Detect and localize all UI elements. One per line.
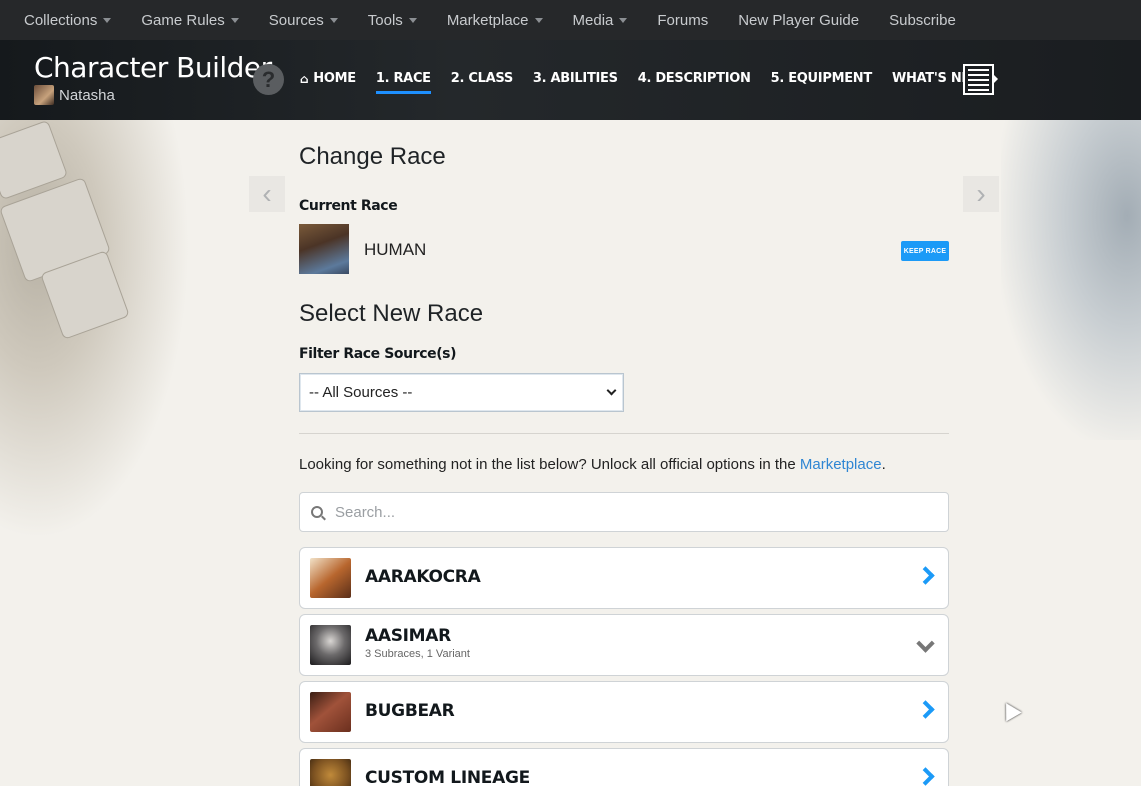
race-thumb xyxy=(310,558,351,598)
mouse-cursor-icon xyxy=(998,698,1022,722)
divider xyxy=(299,433,949,434)
step-description[interactable]: 4. DESCRIPTION xyxy=(638,71,751,86)
step-label: 1. RACE xyxy=(375,71,431,86)
character-name: Natasha xyxy=(59,86,115,104)
step-label: 2. CLASS xyxy=(450,71,513,86)
step-label: 4. DESCRIPTION xyxy=(637,71,751,86)
chevron-down-icon[interactable] xyxy=(916,634,935,653)
chevron-right-icon xyxy=(916,767,935,786)
race-item-custom-lineage[interactable]: CUSTOM LINEAGE xyxy=(299,748,949,786)
nav-forums[interactable]: Forums xyxy=(657,12,708,29)
nav-label: Game Rules xyxy=(141,11,225,29)
nav-label: Sources xyxy=(268,11,324,29)
select-value: -- All Sources -- xyxy=(309,384,413,401)
caret-down-icon xyxy=(408,17,417,23)
race-name: AARAKOCRA xyxy=(365,567,481,587)
race-subraces: 3 Subraces, 1 Variant xyxy=(365,648,470,660)
help-icon[interactable]: ? xyxy=(253,64,284,95)
marketplace-link[interactable]: Marketplace xyxy=(800,456,882,473)
chevron-right-icon xyxy=(916,700,935,719)
caret-down-icon xyxy=(619,17,628,23)
step-label: 5. EQUIPMENT xyxy=(770,71,873,86)
character-info: Natasha xyxy=(34,85,115,105)
nav-collections[interactable]: Collections xyxy=(24,11,112,29)
unlock-message: Looking for something not in the list be… xyxy=(299,456,886,473)
nav-game-rules[interactable]: Game Rules xyxy=(141,11,239,29)
step-class[interactable]: 2. CLASS xyxy=(451,71,513,86)
filter-source-label: Filter Race Source(s) xyxy=(299,346,457,362)
nav-label: Marketplace xyxy=(446,11,529,29)
frost-background xyxy=(1001,120,1141,440)
nav-label: New Player Guide xyxy=(738,11,860,29)
caret-down-icon xyxy=(230,17,239,23)
next-race-arrow[interactable]: › xyxy=(963,176,999,212)
keep-race-button[interactable]: KEEP RACE xyxy=(901,241,949,261)
race-item-aasimar[interactable]: AASIMAR 3 Subraces, 1 Variant xyxy=(299,614,949,676)
unlock-text: Looking for something not in the list be… xyxy=(299,456,800,473)
prev-race-arrow[interactable]: ‹ xyxy=(249,176,285,212)
select-new-race-title: Select New Race xyxy=(299,300,484,327)
race-thumb xyxy=(310,759,351,786)
caret-down-icon xyxy=(329,17,338,23)
unlock-end: . xyxy=(881,456,886,473)
avatar xyxy=(34,85,54,105)
race-name: BUGBEAR xyxy=(365,701,455,721)
nav-new-player-guide[interactable]: New Player Guide xyxy=(738,12,859,29)
top-nav: Collections Game Rules Sources Tools Mar… xyxy=(0,0,1141,40)
nav-label: Media xyxy=(572,11,614,29)
race-portrait xyxy=(299,224,349,274)
nav-label: Tools xyxy=(367,11,403,29)
chevron-right-icon xyxy=(916,566,935,585)
caret-right-icon xyxy=(993,73,999,84)
nav-sources[interactable]: Sources xyxy=(269,12,338,29)
caret-down-icon xyxy=(103,17,112,23)
nav-marketplace[interactable]: Marketplace xyxy=(447,12,543,29)
race-item-bugbear[interactable]: BUGBEAR xyxy=(299,681,949,743)
nav-subscribe[interactable]: Subscribe xyxy=(889,12,956,29)
race-thumb xyxy=(310,625,351,665)
race-name: CUSTOM LINEAGE xyxy=(365,768,530,786)
step-home[interactable]: ⌂ HOME xyxy=(300,71,356,86)
nav-media[interactable]: Media xyxy=(573,12,628,29)
chevron-down-icon xyxy=(606,385,617,396)
caret-down-icon xyxy=(534,17,543,23)
current-race-name: HUMAN xyxy=(364,240,427,259)
search-icon xyxy=(311,506,323,518)
home-icon: ⌂ xyxy=(300,71,309,86)
step-nav: ⌂ HOME 1. RACE 2. CLASS 3. ABILITIES 4. D… xyxy=(300,71,1018,94)
search-input[interactable] xyxy=(335,503,915,521)
step-equipment[interactable]: 5. EQUIPMENT xyxy=(770,71,873,86)
step-label: 3. ABILITIES xyxy=(532,71,618,86)
current-race-label: Current Race xyxy=(299,198,398,214)
character-sheet-icon[interactable] xyxy=(963,64,994,95)
race-item-aarakocra[interactable]: AARAKOCRA xyxy=(299,547,949,609)
source-filter-select[interactable]: -- All Sources -- xyxy=(299,373,624,412)
step-abilities[interactable]: 3. ABILITIES xyxy=(533,71,618,86)
race-name: AASIMAR xyxy=(365,626,451,646)
step-race[interactable]: 1. RACE xyxy=(375,71,431,94)
change-race-title: Change Race xyxy=(299,143,446,170)
builder-header: Character Builder Natasha ? ⌂ HOME 1. RAC… xyxy=(0,40,1141,120)
nav-label: Forums xyxy=(657,11,709,29)
race-thumb xyxy=(310,692,351,732)
step-label: HOME xyxy=(313,71,356,86)
page-title: Character Builder xyxy=(34,51,272,84)
nav-label: Collections xyxy=(24,11,98,29)
search-box[interactable] xyxy=(299,492,949,532)
nav-label: Subscribe xyxy=(889,11,956,29)
nav-tools[interactable]: Tools xyxy=(368,12,417,29)
